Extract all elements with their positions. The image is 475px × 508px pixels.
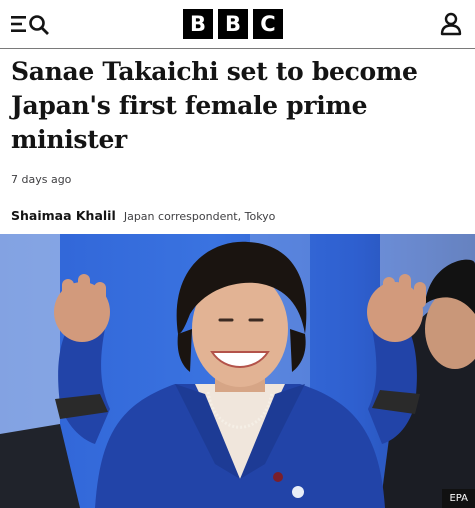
article-timestamp: 7 days ago bbox=[11, 173, 72, 186]
photo-credit: EPA bbox=[442, 489, 475, 508]
author-name: Shaimaa Khalil bbox=[11, 208, 116, 223]
article-byline: Shaimaa Khalil Japan correspondent, Toky… bbox=[11, 205, 275, 224]
article-photo: EPA bbox=[0, 234, 475, 508]
account-icon bbox=[440, 12, 462, 36]
article-headline: Sanae Takaichi set to become Japan's fir… bbox=[11, 57, 418, 154]
bbc-logo[interactable]: B B C bbox=[183, 9, 283, 40]
account-button[interactable] bbox=[440, 12, 462, 36]
logo-letter: B bbox=[183, 9, 213, 39]
author-role: Japan correspondent, Tokyo bbox=[123, 210, 276, 223]
site-header: B B C bbox=[0, 0, 475, 49]
search-icon bbox=[29, 15, 49, 35]
menu-icon bbox=[11, 15, 49, 35]
menu-search-button[interactable] bbox=[10, 11, 54, 37]
logo-letter: B bbox=[218, 9, 248, 39]
press-photo-illustration bbox=[0, 234, 475, 508]
logo-letter: C bbox=[253, 9, 283, 39]
